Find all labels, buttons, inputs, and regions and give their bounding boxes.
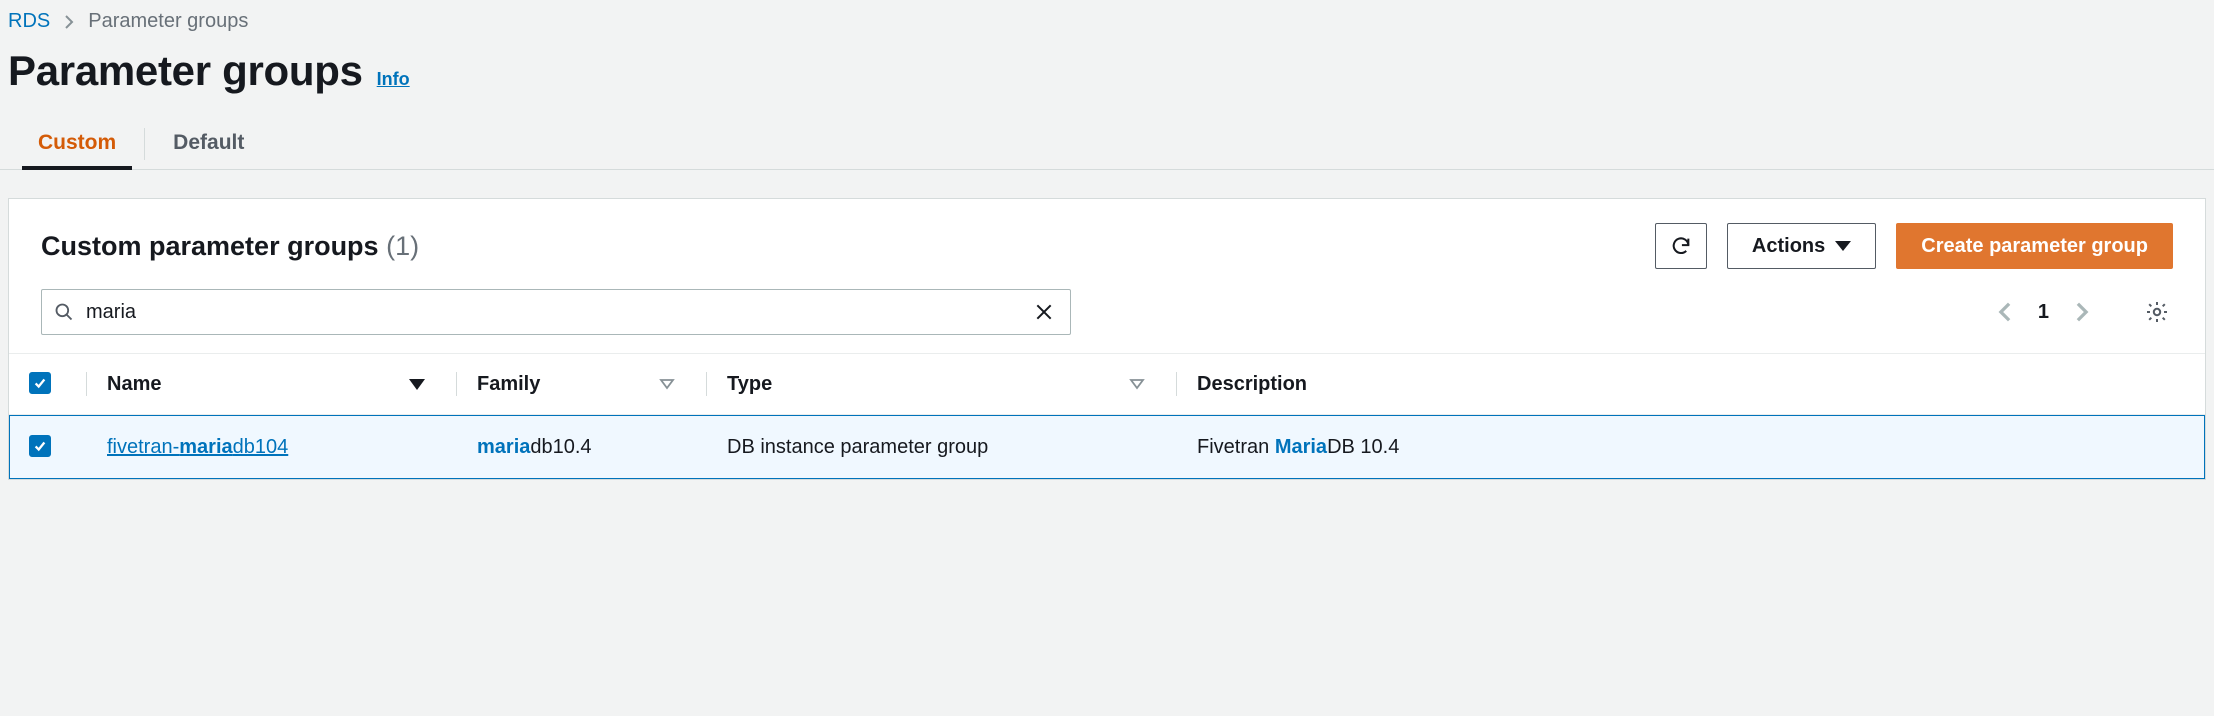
sort-desc-icon [409,379,425,390]
panel-actions: Actions Create parameter group [1655,223,2173,269]
gear-icon [2145,300,2169,324]
column-label: Family [477,373,540,396]
next-page-button[interactable] [2071,297,2093,327]
pagination: 1 [1994,296,2173,328]
close-icon [1034,302,1054,322]
row-checkbox[interactable] [29,435,51,457]
actions-label: Actions [1752,235,1825,258]
clear-filter-button[interactable] [1030,298,1058,326]
select-all-header[interactable] [9,354,87,415]
filter-box[interactable] [41,289,1071,335]
toolbar: 1 [9,275,2205,353]
page-header: Parameter groups Info [0,41,2214,119]
column-header-description[interactable]: Description [1177,354,2205,415]
actions-dropdown-button[interactable]: Actions [1727,223,1876,269]
sort-icon [1129,378,1145,390]
table-header-row: Name Family Type [9,354,2205,415]
cell-name: fivetran-mariadb104 [87,415,457,480]
search-icon [54,302,74,322]
prev-page-button[interactable] [1994,297,2016,327]
tab-default[interactable]: Default [145,119,272,169]
cell-type: DB instance parameter group [707,415,1177,480]
parameter-groups-panel: Custom parameter groups (1) Actions Crea… [8,198,2206,480]
column-header-name[interactable]: Name [87,354,457,415]
column-header-type[interactable]: Type [707,354,1177,415]
cell-family: mariadb10.4 [457,415,707,480]
panel-title: Custom parameter groups (1) [41,231,419,262]
page-title: Parameter groups [8,47,363,95]
panel-title-text: Custom parameter groups [41,231,379,261]
breadcrumb: RDS Parameter groups [0,0,2214,41]
chevron-left-icon [1998,301,2012,323]
select-all-checkbox[interactable] [29,372,51,394]
breadcrumb-current: Parameter groups [88,10,248,33]
settings-button[interactable] [2141,296,2173,328]
chevron-right-icon [2075,301,2089,323]
column-label: Description [1197,373,1307,396]
column-header-family[interactable]: Family [457,354,707,415]
caret-down-icon [1835,241,1851,251]
cell-description: Fivetran MariaDB 10.4 [1177,415,2205,480]
row-select-cell[interactable] [9,415,87,480]
parameter-groups-table: Name Family Type [9,353,2205,479]
create-parameter-group-button[interactable]: Create parameter group [1896,223,2173,269]
chevron-right-icon [64,14,74,30]
refresh-icon [1670,235,1692,257]
info-link[interactable]: Info [377,69,410,90]
tabs: Custom Default [0,119,2214,170]
tab-custom[interactable]: Custom [10,119,144,169]
breadcrumb-root-link[interactable]: RDS [8,10,50,33]
panel-header: Custom parameter groups (1) Actions Crea… [9,199,2205,275]
refresh-button[interactable] [1655,223,1707,269]
filter-input[interactable] [86,301,1018,324]
parameter-group-link[interactable]: fivetran-mariadb104 [107,436,288,458]
table-row[interactable]: fivetran-mariadb104 mariadb10.4 DB insta… [9,415,2205,480]
column-label: Type [727,373,772,396]
panel-count: (1) [386,231,419,261]
column-label: Name [107,373,161,396]
page-number: 1 [2038,301,2049,324]
sort-icon [659,378,675,390]
